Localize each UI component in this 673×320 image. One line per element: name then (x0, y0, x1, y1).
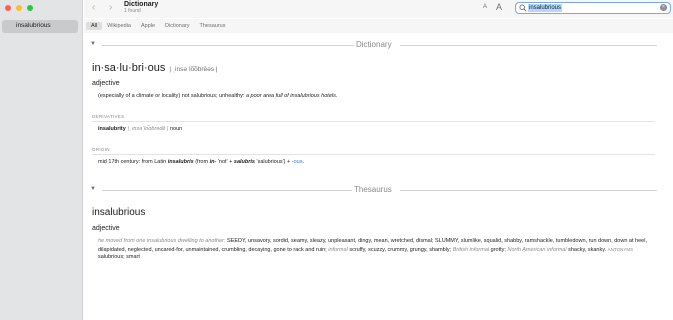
tab-apple[interactable]: Apple (136, 22, 160, 30)
origin-heading: ORIGIN (92, 147, 110, 152)
thesaurus-part-of-speech: adjective (92, 225, 120, 232)
origin-text: . (302, 159, 305, 165)
origin-prefix-in: in- (209, 159, 217, 165)
origin-latin: insalubris (167, 159, 194, 165)
definition-text: (especially of a climate or locality) no… (98, 93, 245, 99)
part-of-speech: adjective (92, 80, 120, 87)
definition: (especially of a climate or locality) no… (98, 93, 337, 100)
sidebar-item-insalubrious[interactable]: insalubrious (2, 20, 78, 33)
derivative-pronunciation: | ˌinsəˈlo͞obrədē | (127, 126, 169, 132)
sidebar: insalubrious (0, 0, 83, 320)
synonyms-british: grotty; (490, 246, 506, 253)
disclosure-triangle-icon[interactable]: ▼ (90, 41, 96, 47)
thesaurus-headword: insalubrious (92, 207, 146, 218)
tab-thesaurus[interactable]: Thesaurus (195, 22, 231, 30)
toolbar: ‹ › Dictionary 1 found A A insalubrious … (84, 0, 673, 18)
thesaurus-entry: he moved from one insalubrious dwelling … (98, 238, 658, 262)
zoom-window-button[interactable] (27, 5, 33, 11)
register-label-british: British informal (452, 246, 490, 253)
origin-text: 'not' + (217, 159, 233, 165)
origin-text: (from (195, 159, 209, 165)
divider (400, 45, 657, 46)
divider (92, 121, 655, 122)
derivatives-heading: DERIVATIVES (92, 114, 125, 119)
headword: in·sa·lu·bri·ous | ˌinsəˈlo͞obrēəs | (92, 62, 218, 74)
thesaurus-example: he moved from one insalubrious dwelling … (98, 238, 226, 244)
forward-arrow-icon[interactable]: › (109, 2, 112, 13)
close-window-button[interactable] (5, 5, 11, 11)
origin-text: 'salubrious') + (256, 159, 291, 165)
section-label-thesaurus: Thesaurus (352, 185, 394, 194)
derivative: insalubrity | ˌinsəˈlo͞obrədē | noun (98, 126, 182, 133)
tab-wikipedia[interactable]: Wikipedia (102, 22, 136, 30)
search-input[interactable]: insalubrious (528, 4, 563, 12)
origin-suffix-link[interactable]: -ous (292, 159, 303, 165)
window-title: Dictionary (124, 1, 159, 8)
register-label-informal: informal (328, 246, 348, 253)
antonyms-list: salubrious; smart (98, 254, 140, 260)
thesaurus-section-header[interactable]: ▼ Thesaurus (90, 185, 657, 195)
section-label-dictionary: Dictionary (354, 40, 394, 49)
derivative-pos: noun (169, 126, 183, 132)
origin-text: mid 17th century: from Latin (98, 159, 167, 165)
headword-text: in·sa·lu·bri·ous (92, 62, 166, 74)
search-field[interactable]: insalubrious × (515, 2, 671, 14)
window-title-group: Dictionary 1 found (124, 1, 158, 14)
clear-search-icon[interactable]: × (660, 4, 667, 11)
synonyms-informal: scruffy, scuzzy, crummy, grungy, shambly… (349, 246, 452, 253)
increase-font-button[interactable]: A (496, 2, 502, 12)
content-area: ▼ Dictionary in·sa·lu·bri·ous | ˌinsəˈlo͞… (84, 33, 673, 320)
pronunciation: | ˌinsəˈlo͞obrēəs | (169, 66, 218, 73)
dictionary-section-header[interactable]: ▼ Dictionary (90, 40, 657, 50)
back-arrow-icon[interactable]: ‹ (92, 2, 95, 13)
divider (400, 190, 657, 191)
tab-all[interactable]: All (86, 22, 103, 30)
minimize-window-button[interactable] (16, 5, 22, 11)
search-icon (519, 4, 527, 12)
origin: mid 17th century: from Latin insalubris … (98, 159, 304, 166)
divider (102, 190, 352, 191)
divider (102, 45, 354, 46)
derivative-word: insalubrity (98, 126, 126, 132)
result-count: 1 found (124, 8, 141, 14)
synonyms-north-american: shacky, skanky. (568, 246, 607, 253)
decrease-font-button[interactable]: A (483, 4, 487, 10)
source-tabs: All Wikipedia Apple Dictionary Thesaurus (84, 19, 673, 33)
register-label-north-american: North American informal (507, 246, 567, 253)
origin-salubris: salubris (233, 159, 255, 165)
disclosure-triangle-icon[interactable]: ▼ (90, 186, 96, 192)
divider (92, 154, 655, 155)
definition-example: a poor area full of insalubrious hotels. (245, 93, 338, 99)
antonyms-label: ANTONYMS (607, 246, 634, 252)
tab-dictionary[interactable]: Dictionary (160, 22, 194, 30)
window-controls (5, 5, 33, 11)
